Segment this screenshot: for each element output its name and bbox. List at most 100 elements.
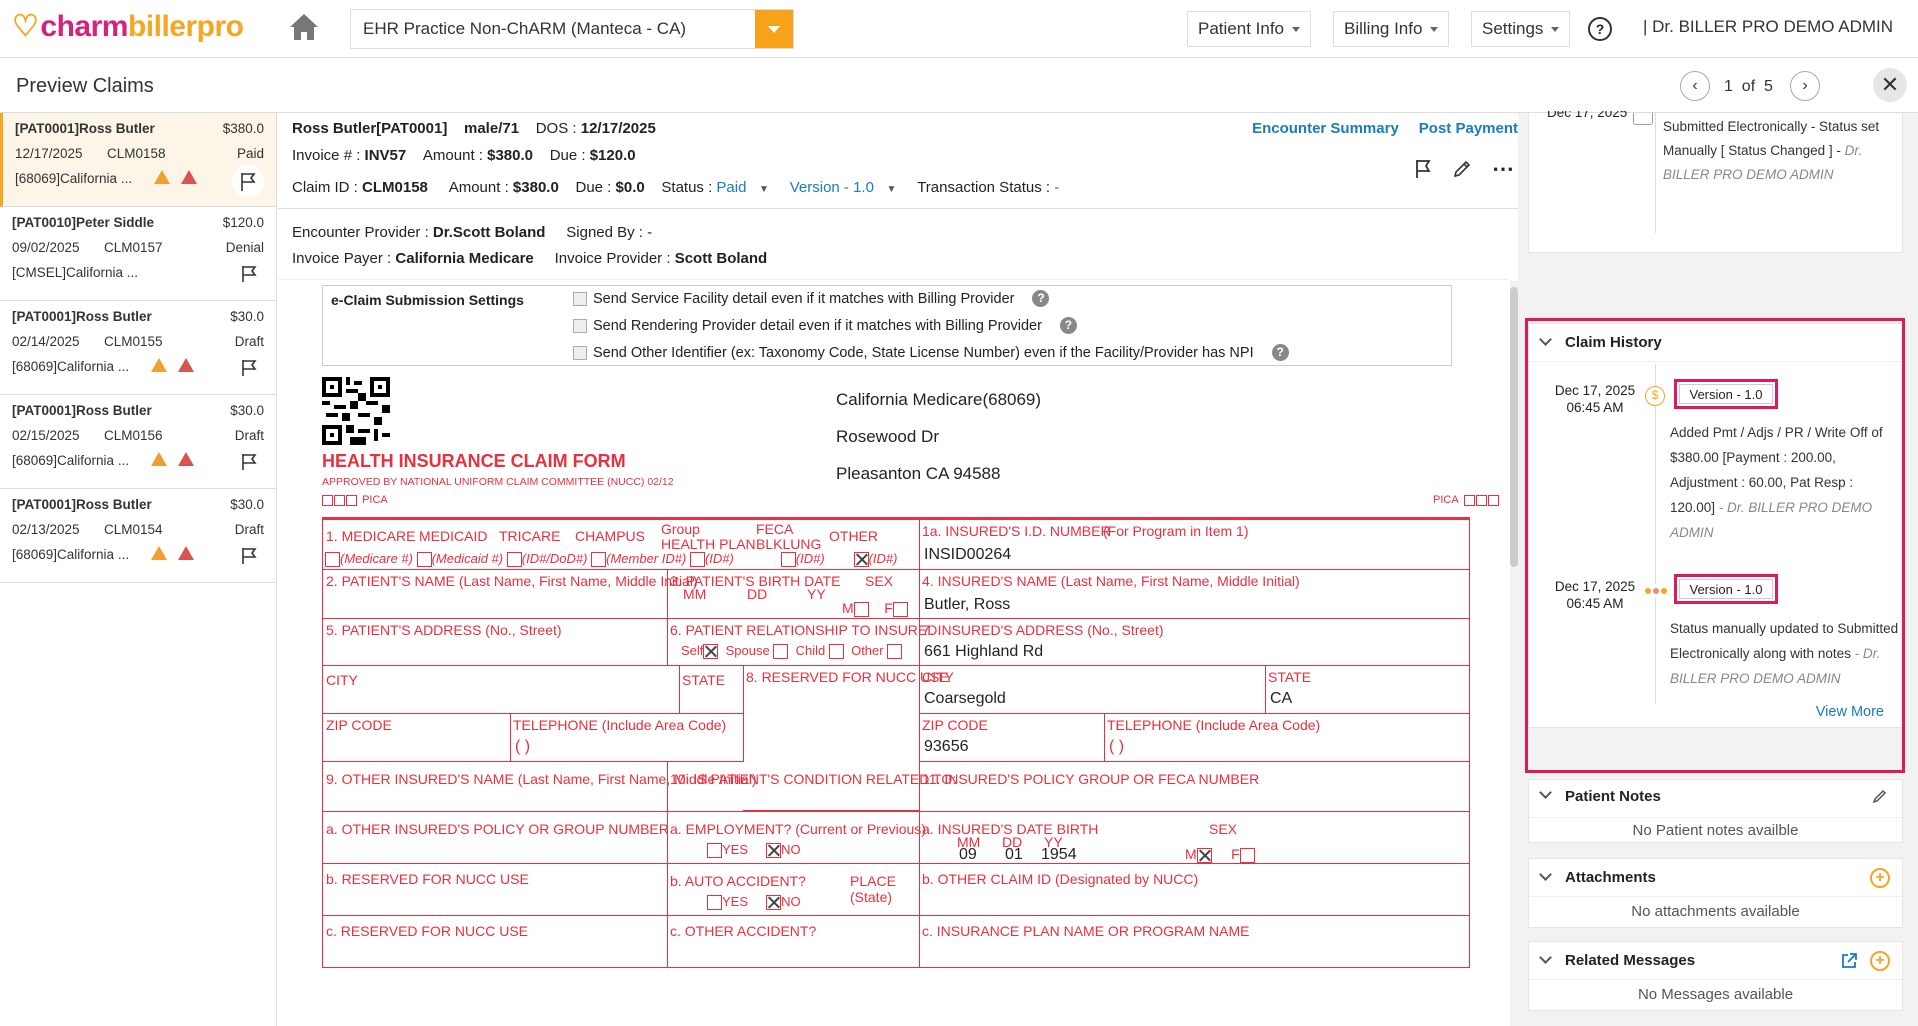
pica-box bbox=[346, 494, 357, 506]
employment-no-checkbox[interactable] bbox=[766, 843, 782, 859]
insured-sex-m-checkbox[interactable] bbox=[1196, 847, 1212, 863]
insured-zip: ZIP CODE 93656 bbox=[919, 714, 1105, 762]
medicaid-checkbox[interactable] bbox=[416, 552, 432, 568]
tricare-checkbox[interactable] bbox=[506, 552, 522, 568]
help-icon[interactable]: ? bbox=[1588, 17, 1612, 41]
auto-no-checkbox[interactable] bbox=[766, 895, 782, 911]
edit-pencil-icon[interactable] bbox=[1872, 788, 1888, 804]
feca-checkbox[interactable] bbox=[780, 552, 796, 568]
error-icon[interactable] bbox=[178, 358, 194, 372]
phone-area-code: ( ) bbox=[1109, 738, 1125, 755]
claim-payer: [68069]California ... bbox=[12, 453, 130, 468]
dos-value: 12/17/2025 bbox=[580, 120, 656, 137]
add-message-icon[interactable]: + bbox=[1870, 951, 1890, 971]
prev-claim-button[interactable]: ‹ bbox=[1680, 71, 1710, 101]
rel-child-checkbox[interactable] bbox=[828, 644, 844, 660]
flag-icon[interactable] bbox=[232, 165, 264, 197]
patient-info-menu[interactable]: Patient Info bbox=[1187, 11, 1312, 47]
medicare-checkbox[interactable] bbox=[325, 552, 340, 568]
box-11-label: 11. INSURED'S POLICY GROUP OR FECA NUMBE… bbox=[922, 771, 1260, 787]
claim-list-item[interactable]: [PAT0001]Ross Butler $30.0 02/15/2025 CLM01… bbox=[0, 395, 276, 489]
form-scrollbar[interactable] bbox=[1510, 281, 1518, 1026]
edit-pencil-icon[interactable] bbox=[1452, 159, 1472, 179]
gender-age: male/71 bbox=[464, 120, 520, 137]
claim-list-item[interactable]: [PAT0001]Ross Butler $30.0 02/14/2025 CLM01… bbox=[0, 301, 276, 395]
flag-icon[interactable] bbox=[240, 547, 258, 565]
encounter-summary-link[interactable]: Encounter Summary bbox=[1252, 120, 1399, 137]
birth-yy-label: YY bbox=[807, 586, 826, 602]
status-dropdown[interactable]: Paid bbox=[716, 179, 746, 196]
charmbillerpro-logo[interactable]: ♡ charm billerpro bbox=[12, 9, 244, 44]
eclaim-option-2-checkbox[interactable] bbox=[573, 318, 587, 333]
flag-icon[interactable] bbox=[240, 265, 258, 283]
group-checkbox[interactable] bbox=[689, 552, 705, 568]
help-icon[interactable]: ? bbox=[1059, 317, 1077, 334]
error-icon[interactable] bbox=[178, 452, 194, 466]
billing-info-label: Billing Info bbox=[1344, 19, 1423, 38]
billing-info-menu[interactable]: Billing Info bbox=[1333, 11, 1450, 47]
place-label: PLACE (State) bbox=[850, 873, 896, 905]
eclaim-option-3-checkbox[interactable] bbox=[573, 345, 587, 360]
claim-list-item[interactable]: [PAT0010]Peter Siddle $120.0 09/02/2025 CLM… bbox=[0, 207, 276, 301]
error-icon[interactable] bbox=[181, 170, 197, 184]
error-icon[interactable] bbox=[178, 546, 194, 560]
attachments-header[interactable]: Attachments bbox=[1529, 859, 1902, 897]
sex-f-checkbox[interactable] bbox=[892, 601, 908, 617]
sex-m-checkbox[interactable] bbox=[853, 601, 869, 617]
sex-label: SEX bbox=[1209, 821, 1238, 837]
user-name[interactable]: | Dr. BILLER PRO DEMO ADMIN bbox=[1643, 17, 1893, 37]
pager: 1 of 5 bbox=[1724, 78, 1773, 96]
eclaim-option-1-checkbox[interactable] bbox=[573, 291, 587, 306]
logo-text-billerpro: billerpro bbox=[127, 9, 244, 43]
sex-f-label: F bbox=[1231, 846, 1240, 862]
claim-patient: [PAT0010]Peter Siddle bbox=[12, 215, 155, 230]
auto-yes-checkbox[interactable] bbox=[707, 895, 722, 911]
version-dropdown[interactable]: Version - 1.0 bbox=[790, 179, 874, 196]
box-9: 9. OTHER INSURED'S NAME (Last Name, Firs… bbox=[322, 762, 757, 812]
patient-notes-header[interactable]: Patient Notes bbox=[1529, 780, 1902, 812]
warning-icon[interactable] bbox=[151, 546, 167, 560]
rel-self-checkbox[interactable] bbox=[703, 644, 719, 660]
settings-menu[interactable]: Settings bbox=[1471, 11, 1571, 47]
amount-label: Amount : bbox=[422, 147, 488, 164]
insured-sex-options: M F bbox=[1185, 846, 1255, 863]
next-claim-button[interactable]: › bbox=[1790, 71, 1820, 101]
claim-form-scroll[interactable]: e-Claim Submission Settings Send Service… bbox=[278, 279, 1508, 1026]
rel-other-checkbox[interactable] bbox=[887, 644, 903, 660]
other-checkbox[interactable] bbox=[853, 552, 869, 568]
scrollbar-thumb[interactable] bbox=[1510, 287, 1518, 567]
flag-icon[interactable] bbox=[240, 453, 258, 471]
home-icon[interactable] bbox=[288, 12, 320, 42]
zip-label: ZIP CODE bbox=[922, 717, 988, 733]
encounter-info: Encounter Provider : Dr.Scott Boland Sig… bbox=[278, 209, 1518, 279]
rel-spouse-checkbox[interactable] bbox=[773, 644, 789, 660]
flag-icon[interactable] bbox=[240, 359, 258, 377]
close-button[interactable]: ✕ bbox=[1873, 68, 1907, 102]
insured-state-value: CA bbox=[1270, 690, 1293, 707]
warning-icon[interactable] bbox=[151, 452, 167, 466]
more-options-icon[interactable]: ⋯ bbox=[1492, 158, 1514, 180]
claim-list-item[interactable]: [PAT0001]Ross Butler $30.0 02/13/2025 CLM01… bbox=[0, 489, 276, 583]
payer-city: Pleasanton CA 94588 bbox=[836, 464, 1001, 483]
post-payment-link[interactable]: Post Payment bbox=[1419, 120, 1518, 137]
help-icon[interactable]: ? bbox=[1271, 344, 1289, 361]
practice-dropdown-button[interactable] bbox=[755, 10, 793, 48]
dos-label: DOS : bbox=[535, 120, 581, 137]
warning-icon[interactable] bbox=[151, 358, 167, 372]
flag-icon[interactable] bbox=[1414, 159, 1432, 179]
claim-list-item[interactable]: [PAT0001]Ross Butler $380.0 12/17/2025 CLM0… bbox=[0, 113, 276, 207]
auto-accident-options: YES NO bbox=[707, 894, 801, 911]
external-link-icon[interactable] bbox=[1840, 952, 1858, 970]
help-icon[interactable]: ? bbox=[1032, 290, 1050, 307]
champus-checkbox[interactable] bbox=[591, 552, 607, 568]
insured-sex-f-checkbox[interactable] bbox=[1239, 847, 1255, 863]
claim-date: 02/14/2025 bbox=[12, 334, 80, 349]
practice-selector[interactable]: EHR Practice Non-ChARM (Manteca - CA) bbox=[350, 9, 794, 49]
due-value: $120.0 bbox=[589, 147, 636, 164]
invoice-line: Invoice # : INV57 Amount : $380.0 Due : … bbox=[292, 147, 636, 164]
claim-patient: [PAT0001]Ross Butler bbox=[15, 121, 155, 136]
add-attachment-icon[interactable]: + bbox=[1870, 868, 1890, 888]
employment-yes-checkbox[interactable] bbox=[707, 843, 722, 859]
warning-icon[interactable] bbox=[154, 170, 170, 184]
box-11c: c. INSURANCE PLAN NAME OR PROGRAM NAME bbox=[919, 916, 1470, 968]
